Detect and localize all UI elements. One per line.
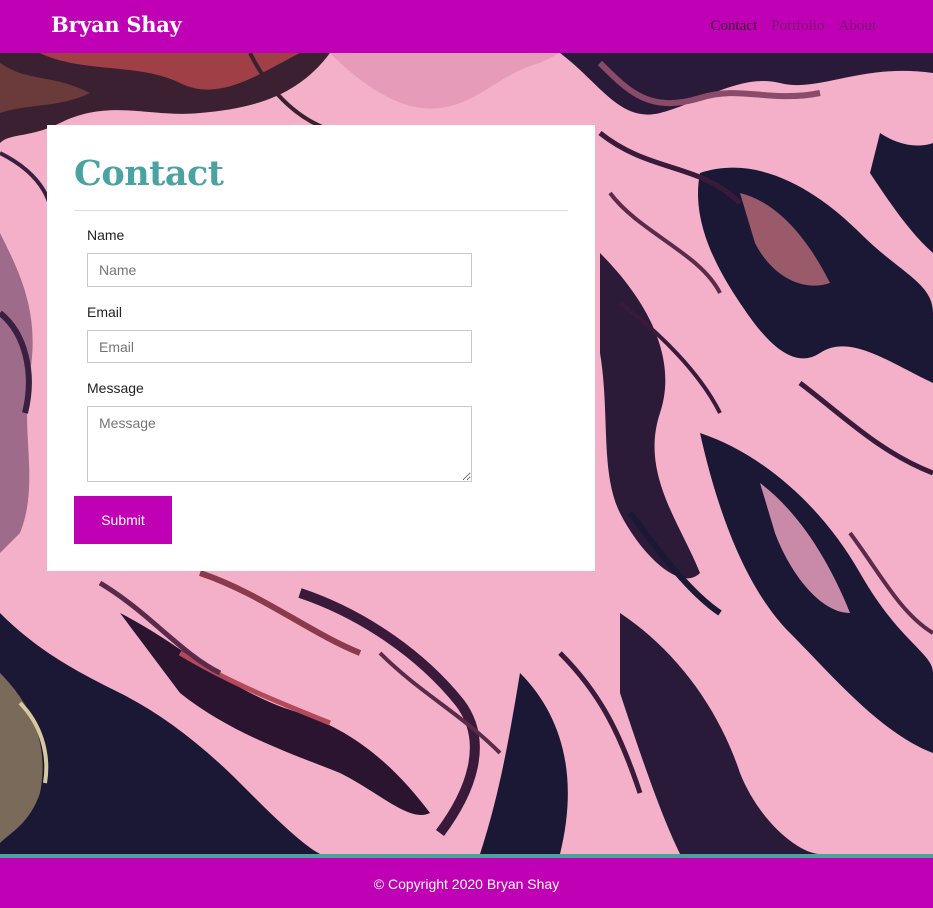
message-label: Message (87, 380, 144, 396)
submit-button[interactable]: Submit (74, 496, 172, 544)
contact-card: Contact Name Email Message Submit (47, 125, 595, 571)
navbar: Bryan Shay Contact Portfolio About (0, 0, 933, 53)
name-label: Name (87, 227, 125, 243)
message-textarea[interactable] (87, 406, 472, 482)
name-input[interactable] (87, 253, 472, 287)
nav-link-about[interactable]: About (839, 18, 877, 35)
nav-link-contact[interactable]: Contact (711, 18, 758, 35)
page-title: Contact (74, 153, 224, 194)
nav-links: Contact Portfolio About (711, 18, 877, 35)
email-label: Email (87, 304, 123, 320)
email-input[interactable] (87, 330, 472, 363)
title-divider (74, 210, 568, 211)
copyright-text: © Copyright 2020 Bryan Shay (373, 876, 560, 892)
nav-link-portfolio[interactable]: Portfolio (771, 18, 824, 35)
brand-link[interactable]: Bryan Shay (51, 12, 182, 37)
footer: © Copyright 2020 Bryan Shay (0, 858, 933, 908)
